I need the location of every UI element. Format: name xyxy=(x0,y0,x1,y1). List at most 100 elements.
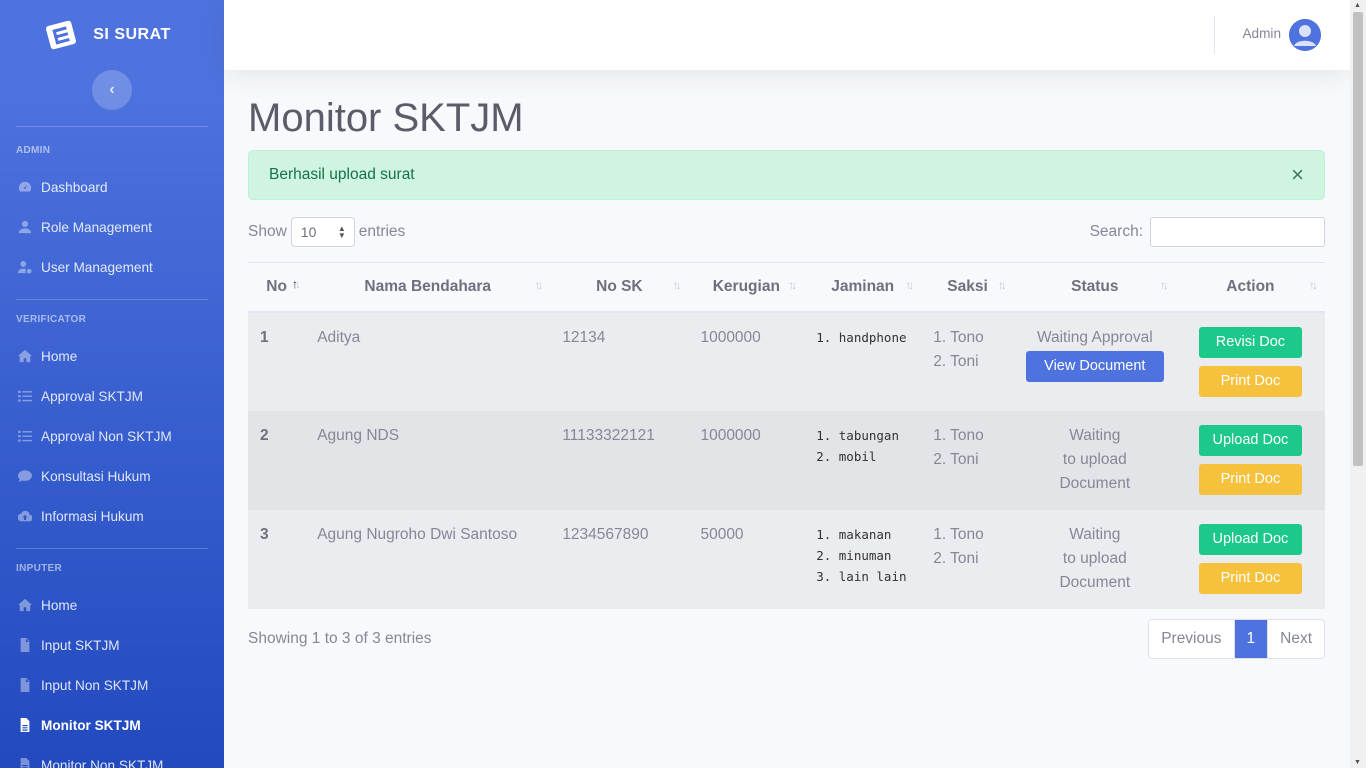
cell-kerugian: 50000 xyxy=(700,525,744,543)
cell-action: Revisi Doc Print Doc xyxy=(1176,312,1325,411)
cell-no-sk: 1234567890 xyxy=(562,525,649,543)
search-input[interactable] xyxy=(1150,217,1325,247)
sidebar-item-label: User Management xyxy=(41,259,153,275)
sort-caret-icon: ▲ ▼ xyxy=(337,224,346,240)
cell-action: Upload Doc Print Doc xyxy=(1176,411,1325,510)
tasks-icon xyxy=(16,429,33,443)
sort-arrows-icon: ↑↓ xyxy=(788,278,797,292)
dashboard-icon xyxy=(16,180,33,194)
sidebar-item-label: Informasi Hukum xyxy=(41,508,144,524)
sidebar-heading-admin: ADMIN xyxy=(16,145,51,156)
saksi-item: 2. Toni xyxy=(933,352,979,370)
scroll-down-arrow-icon[interactable]: ▼ xyxy=(1354,759,1361,766)
sidebar-item-label: Input SKTJM xyxy=(41,637,120,653)
sidebar-item-monitor-non-sktjm[interactable]: Monitor Non SKTJM xyxy=(0,745,224,768)
jaminan-list: 1. handphone xyxy=(816,326,909,348)
status-text: Document xyxy=(1059,573,1131,591)
column-header-kerugian[interactable]: Kerugian ↑↓ xyxy=(688,262,805,313)
cloud-upload-icon xyxy=(16,509,33,523)
main-content: Monitor SKTJM Berhasil upload surat × Sh… xyxy=(248,70,1325,659)
cell-jaminan: 1. tabungan 2. mobil xyxy=(804,411,921,510)
sidebar-item-label: Home xyxy=(41,597,78,613)
jaminan-item: 1. handphone xyxy=(816,329,907,345)
column-header-action[interactable]: Action ↑↓ xyxy=(1175,262,1325,313)
column-header-status[interactable]: Status ↑↓ xyxy=(1013,262,1176,313)
upload-doc-button[interactable]: Upload Doc xyxy=(1198,523,1302,555)
home-icon xyxy=(16,598,33,612)
sidebar-item-label: Role Management xyxy=(41,219,153,235)
view-document-button[interactable]: View Document xyxy=(1025,350,1164,382)
pagination-page-1[interactable]: 1 xyxy=(1234,619,1268,658)
column-header-label: Jaminan xyxy=(831,277,895,295)
jaminan-item: 1. makanan xyxy=(816,526,892,542)
scroll-thumb[interactable] xyxy=(1353,12,1363,466)
sidebar-item-approval-sktjm[interactable]: Approval SKTJM xyxy=(0,376,224,416)
scroll-up-arrow-icon[interactable]: ▲ xyxy=(1354,2,1361,9)
saksi-list: 1. Tono 2. Toni xyxy=(933,523,1002,571)
sidebar-item-home[interactable]: Home xyxy=(0,336,224,376)
status-text: Waiting Approval xyxy=(1036,328,1153,346)
sort-arrows-icon: ↑↓ xyxy=(1309,278,1318,292)
print-doc-button[interactable]: Print Doc xyxy=(1198,365,1302,397)
column-header-nama-bendahara[interactable]: Nama Bendahara ↑↓ xyxy=(305,262,551,313)
cell-nama-bendahara: Agung Nugroho Dwi Santoso xyxy=(317,525,518,543)
status-text: Document xyxy=(1059,474,1131,492)
tasks-icon xyxy=(16,389,33,403)
pagination-previous[interactable]: Previous xyxy=(1149,619,1235,658)
print-doc-button[interactable]: Print Doc xyxy=(1198,463,1302,495)
sidebar-item-konsultasi-hukum[interactable]: Konsultasi Hukum xyxy=(0,456,224,496)
column-header-jaminan[interactable]: Jaminan ↑↓ xyxy=(804,262,922,313)
status-text: Waiting xyxy=(1069,426,1121,444)
cell-status: Waiting to upload Document xyxy=(1014,510,1176,609)
sidebar-item-role-management[interactable]: Role Management xyxy=(0,207,224,247)
page-title: Monitor SKTJM xyxy=(248,96,524,140)
sidebar-item-user-management[interactable]: User Management xyxy=(0,247,224,287)
sidebar: SI SURAT ‹ ADMIN Dashboard Role Management… xyxy=(0,0,224,768)
table-row: 3 Agung Nugroho Dwi Santoso 1234567890 5000… xyxy=(248,509,1325,609)
pagination-next[interactable]: Next xyxy=(1267,619,1324,658)
avatar[interactable] xyxy=(1289,19,1321,51)
upload-doc-button[interactable]: Upload Doc xyxy=(1198,424,1302,456)
sidebar-item-monitor-sktjm[interactable]: Monitor SKTJM xyxy=(0,705,224,745)
cell-saksi: 1. Tono 2. Toni xyxy=(921,411,1014,510)
brand-name: SI SURAT xyxy=(93,26,171,43)
table-row: 2 Agung NDS 11133322121 1000000 1. tabungan 2… xyxy=(248,410,1325,510)
saksi-item: 1. Tono xyxy=(933,328,984,346)
column-header-saksi[interactable]: Saksi ↑↓ xyxy=(921,262,1014,313)
sort-arrows-icon: ↑↓ xyxy=(1159,278,1169,292)
sidebar-item-informasi-hukum[interactable]: Informasi Hukum xyxy=(0,496,224,536)
user-name[interactable]: Admin xyxy=(1242,26,1281,41)
sidebar-brand[interactable]: SI SURAT xyxy=(0,0,224,70)
sort-arrows-icon: ↑↓ xyxy=(997,278,1007,292)
status-text: Waiting xyxy=(1069,525,1121,543)
sidebar-item-approval-non-sktjm[interactable]: Approval Non SKTJM xyxy=(0,416,224,456)
sidebar-heading-verificator: VERIFICATOR xyxy=(16,314,87,325)
sidebar-item-label: Approval Non SKTJM xyxy=(41,428,172,444)
cell-no: 2 xyxy=(260,426,269,444)
column-header-label: No xyxy=(266,277,287,295)
sidebar-item-input-sktjm[interactable]: Input SKTJM xyxy=(0,625,224,665)
file-alt-icon xyxy=(16,718,33,732)
sidebar-item-label: Konsultasi Hukum xyxy=(41,468,151,484)
sidebar-item-home[interactable]: Home xyxy=(0,585,224,625)
column-header-no[interactable]: No ↑↓ xyxy=(248,262,306,313)
cell-nama-bendahara: Agung NDS xyxy=(317,426,400,444)
sktjm-table: No ↑↓ Nama Bendahara ↑↓ No SK ↑↓ Kerugian ↑↓ Jam… xyxy=(248,262,1325,609)
file-icon xyxy=(16,638,33,652)
close-icon[interactable]: × xyxy=(1291,164,1304,186)
sidebar-item-input-non-sktjm[interactable]: Input Non SKTJM xyxy=(0,665,224,705)
print-doc-button[interactable]: Print Doc xyxy=(1198,562,1302,594)
column-header-no-sk[interactable]: No SK ↑↓ xyxy=(550,262,689,313)
saksi-list: 1. Tono 2. Toni xyxy=(933,326,1002,374)
sidebar-toggle-button[interactable]: ‹ xyxy=(92,70,132,110)
column-header-label: Nama Bendahara xyxy=(364,277,492,295)
comment-icon xyxy=(16,469,33,483)
chevron-left-icon: ‹ xyxy=(109,81,115,98)
page-scrollbar[interactable]: ▲ ▼ xyxy=(1350,0,1366,768)
sidebar-item-dashboard[interactable]: Dashboard xyxy=(0,167,224,207)
revisi-doc-button[interactable]: Revisi Doc xyxy=(1198,326,1302,358)
cell-saksi: 1. Tono 2. Toni xyxy=(921,510,1014,609)
page-length-select[interactable]: 10 ▲ ▼ xyxy=(290,217,355,247)
cell-nama-bendahara: Aditya xyxy=(317,328,361,346)
file-alt-icon xyxy=(16,758,33,768)
